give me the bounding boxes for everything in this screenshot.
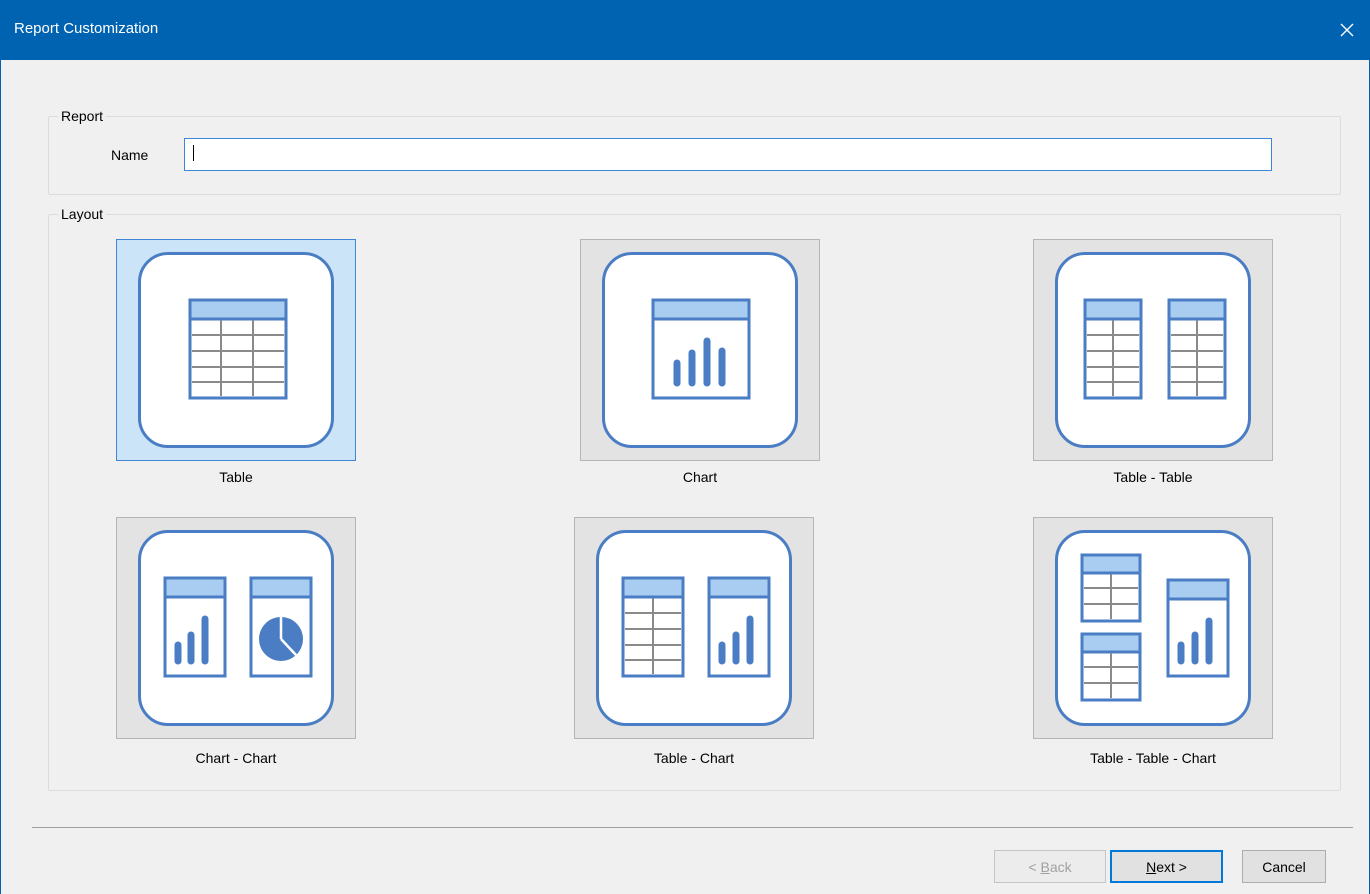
table-table-layout-icon [1083,298,1227,400]
title-bar: Report Customization [0,0,1370,60]
layout-option-table[interactable] [116,239,356,461]
back-button-prefix: < [1028,858,1041,875]
layout-card [596,530,792,726]
table-table-chart-layout-icon [1080,553,1230,702]
next-button[interactable]: Next > [1110,850,1223,883]
next-button-accel: N [1146,858,1157,875]
layout-option-label: Table - Chart [653,750,735,766]
layout-card [138,530,334,726]
layout-option-label: Table - Table [1113,469,1193,485]
back-button-accel: B [1040,858,1050,875]
layout-card [602,252,798,448]
layout-option-label: Table [219,469,253,485]
close-icon [1340,23,1354,37]
table-layout-icon [188,298,288,400]
layout-option-chart-chart[interactable] [116,517,356,739]
layout-option-chart[interactable] [580,239,820,461]
name-input[interactable] [184,138,1272,171]
back-button-rest: ack [1049,858,1072,875]
cancel-button[interactable]: Cancel [1242,850,1326,883]
report-group-legend: Report [58,108,107,124]
footer-separator [32,827,1353,828]
name-label: Name [111,147,149,163]
layout-option-label: Chart - Chart [195,750,277,766]
cancel-button-label: Cancel [1262,858,1306,875]
text-caret [193,145,194,161]
layout-card [1055,530,1251,726]
layout-option-label: Table - Table - Chart [1090,750,1216,766]
chart-chart-layout-icon [163,576,313,678]
layout-card [138,252,334,448]
layout-option-table-table[interactable] [1033,239,1273,461]
window-border [0,60,1,894]
layout-option-label: Chart [682,469,718,485]
layout-card [1055,252,1251,448]
table-chart-layout-icon [621,576,771,678]
layout-group-legend: Layout [58,206,107,222]
chart-layout-icon [651,298,751,400]
layout-option-table-table-chart[interactable] [1033,517,1273,739]
close-button[interactable] [1324,0,1370,60]
next-button-rest: ext > [1156,858,1187,875]
layout-option-table-chart[interactable] [574,517,814,739]
window-title: Report Customization [14,20,159,37]
back-button[interactable]: < Back [994,850,1106,883]
